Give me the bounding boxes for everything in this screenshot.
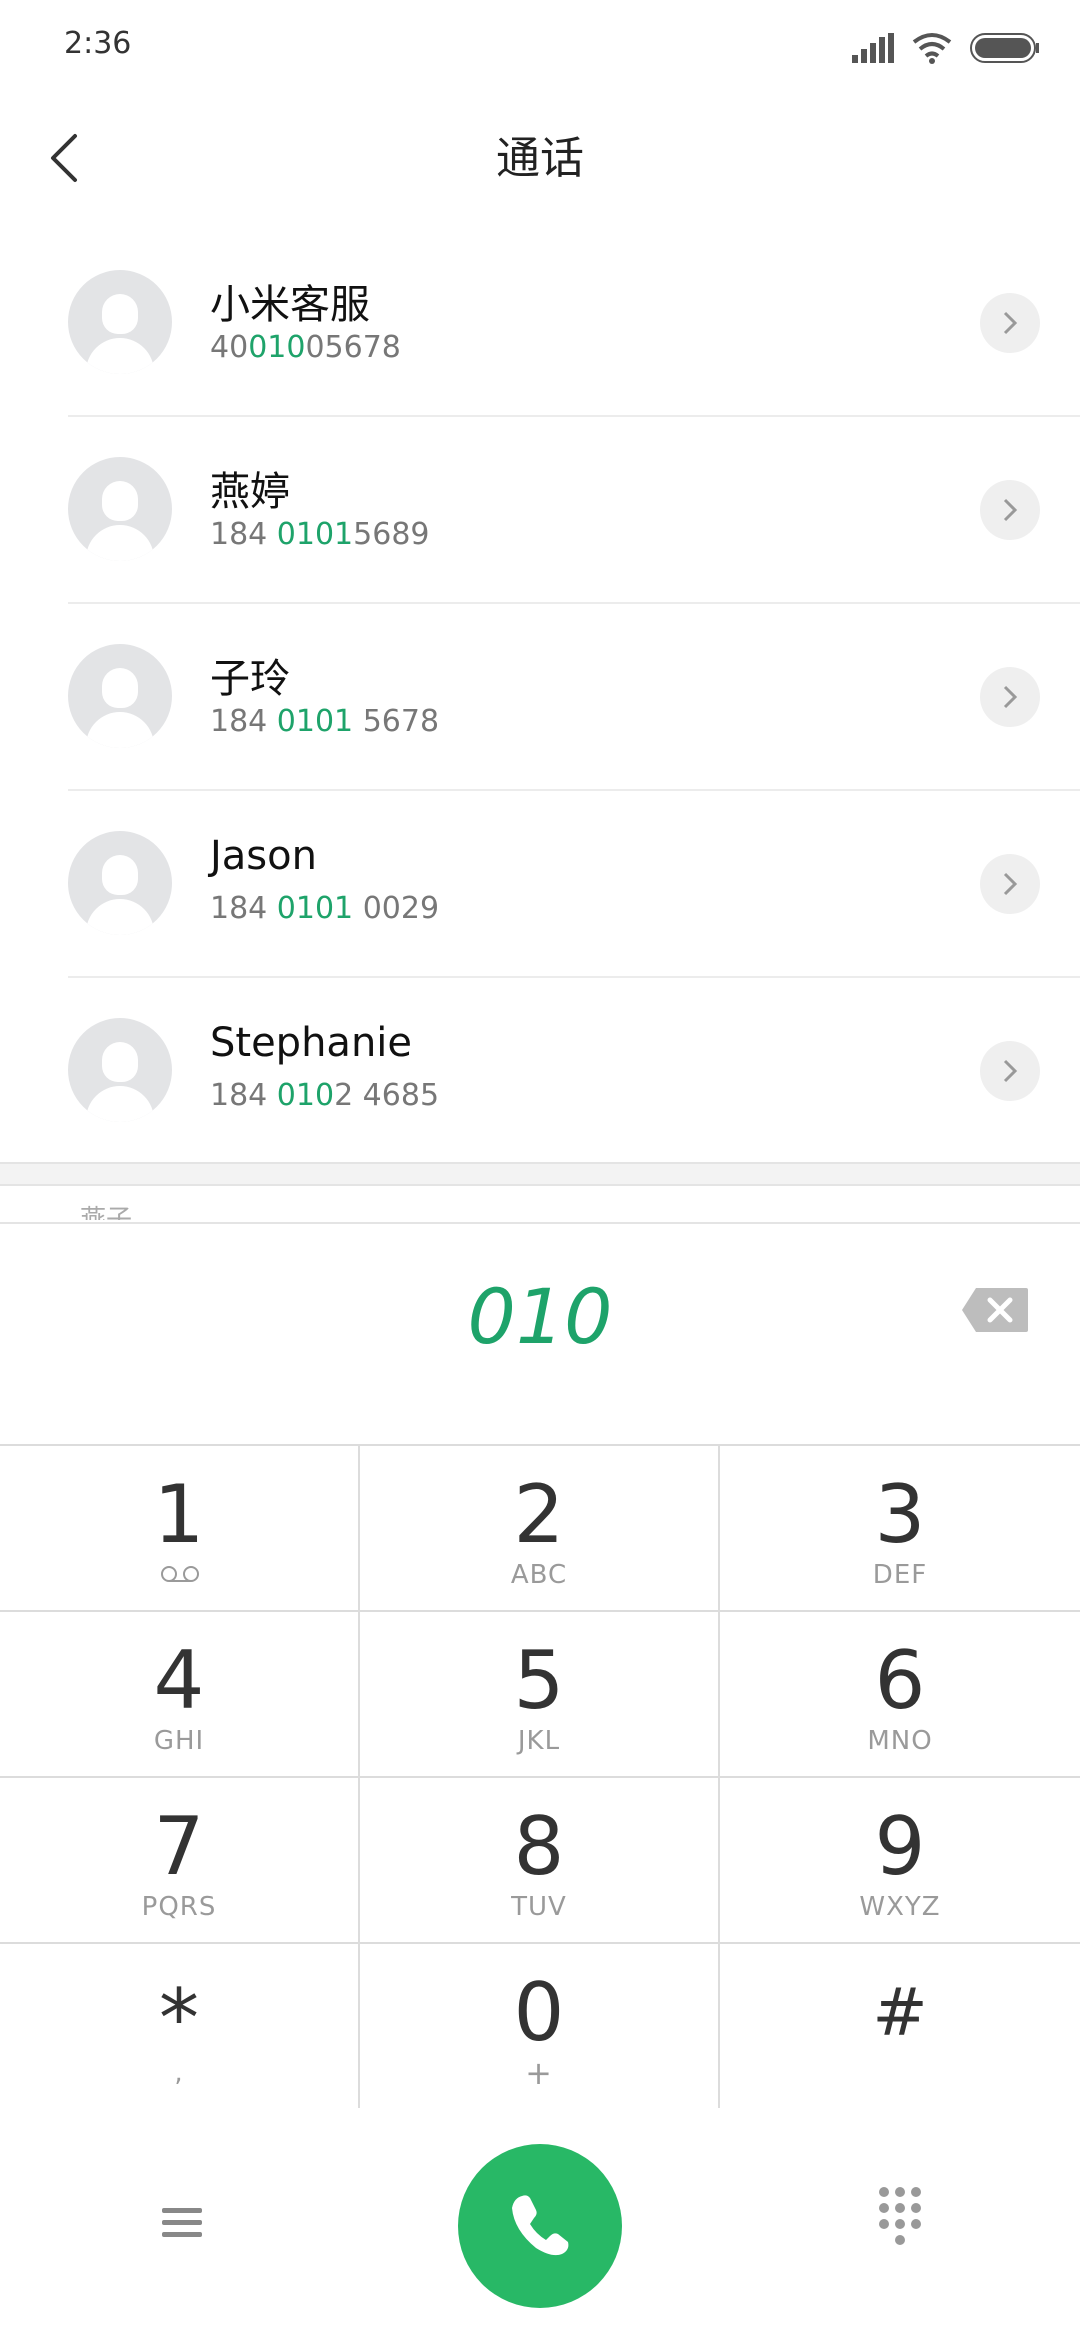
key-digit: 2 — [513, 1468, 565, 1561]
contact-detail-button[interactable] — [980, 1041, 1040, 1101]
key-digit: 3 — [874, 1468, 926, 1561]
key-3[interactable]: 3 DEF — [720, 1446, 1080, 1612]
key-digit: 1 — [153, 1468, 205, 1561]
key-1[interactable]: 1 — [0, 1446, 360, 1612]
contact-number: 184 0101 5678 — [210, 704, 440, 739]
chevron-right-icon — [1003, 685, 1018, 709]
peek-text: 燕子 — [80, 1205, 133, 1220]
key-letters: ABC — [510, 1560, 568, 1590]
key-hash[interactable]: # — [720, 1944, 1080, 2110]
backspace-button[interactable] — [960, 1286, 1030, 1334]
status-bar: 2:36 — [0, 0, 1080, 90]
bottom-bar — [0, 2108, 1080, 2340]
contact-detail-button[interactable] — [980, 480, 1040, 540]
backspace-icon — [962, 1288, 1028, 1332]
contact-row[interactable]: 子玲 184 0101 5678 — [0, 604, 1080, 791]
dialpad-toggle-button[interactable] — [870, 2178, 930, 2258]
avatar — [68, 1018, 172, 1122]
key-7[interactable]: 7 PQRS — [0, 1778, 360, 1944]
key-digit: * — [159, 1972, 199, 2065]
key-0[interactable]: 0 + — [360, 1944, 720, 2110]
status-icons — [852, 28, 1040, 68]
key-letters: WXYZ — [859, 1892, 941, 1922]
menu-icon — [162, 2208, 202, 2237]
dial-display: 010 — [0, 1222, 1080, 1446]
avatar — [68, 457, 172, 561]
avatar — [68, 270, 172, 374]
key-digit: 9 — [874, 1800, 926, 1893]
key-6[interactable]: 6 MNO — [720, 1612, 1080, 1778]
contact-row[interactable]: Jason 184 0101 0029 — [0, 791, 1080, 978]
page-title: 通话 — [496, 133, 584, 184]
key-4[interactable]: 4 GHI — [0, 1612, 360, 1778]
chevron-right-icon — [1003, 1059, 1018, 1083]
contact-name: 燕婷 — [210, 469, 290, 515]
contact-detail-button[interactable] — [980, 854, 1040, 914]
wifi-icon — [912, 33, 952, 64]
contact-number: 184 01015689 — [210, 517, 430, 552]
key-digit: 7 — [153, 1800, 205, 1893]
key-digit: 8 — [513, 1800, 565, 1893]
contact-name: 小米客服 — [210, 282, 370, 328]
key-2[interactable]: 2 ABC — [360, 1446, 720, 1612]
dialpad-icon — [879, 2187, 921, 2245]
key-letters: PQRS — [141, 1892, 217, 1922]
key-letters: GHI — [153, 1726, 205, 1756]
contact-detail-button[interactable] — [980, 667, 1040, 727]
key-digit: 5 — [513, 1634, 565, 1727]
key-letters: TUV — [511, 1892, 567, 1922]
contact-number: 184 0102 4685 — [210, 1078, 440, 1113]
contact-number: 4001005678 — [210, 330, 401, 365]
header: 通话 — [0, 90, 1080, 232]
call-button[interactable] — [458, 2144, 622, 2308]
list-footer — [0, 1162, 1080, 1186]
contact-row[interactable]: 燕婷 184 01015689 — [0, 417, 1080, 604]
key-letters: + — [525, 2054, 553, 2092]
voicemail-icon — [161, 1566, 199, 1582]
contact-name: 子玲 — [210, 656, 290, 702]
avatar — [68, 831, 172, 935]
key-digit: 0 — [513, 1966, 565, 2059]
signal-icon — [852, 33, 894, 63]
battery-icon — [970, 33, 1039, 63]
key-star[interactable]: * , — [0, 1944, 360, 2110]
chevron-right-icon — [1003, 311, 1018, 335]
key-digit: 4 — [153, 1634, 205, 1727]
dialed-number: 010 — [467, 1272, 613, 1361]
chevron-right-icon — [1003, 872, 1018, 896]
key-digit: # — [872, 1974, 928, 2051]
status-time: 2:36 — [64, 26, 132, 61]
contact-row[interactable]: 小米客服 4001005678 — [0, 230, 1080, 417]
menu-button[interactable] — [150, 2192, 214, 2252]
avatar — [68, 644, 172, 748]
phone-icon — [512, 2195, 569, 2256]
key-digit: 6 — [874, 1634, 926, 1727]
chevron-right-icon — [1003, 498, 1018, 522]
key-8[interactable]: 8 TUV — [360, 1778, 720, 1944]
contact-number: 184 0101 0029 — [210, 891, 440, 926]
key-letters: JKL — [517, 1726, 561, 1756]
key-5[interactable]: 5 JKL — [360, 1612, 720, 1778]
keypad: 1 2 ABC 3 DEF 4 GHI 5 JKL 6 MNO 7 PQRS 8… — [0, 1444, 1080, 2110]
contact-name: Jason — [210, 833, 317, 879]
key-letters: MNO — [867, 1726, 933, 1756]
contact-list: 小米客服 4001005678 燕婷 184 01015689 子玲 184 0… — [0, 230, 1080, 1186]
key-9[interactable]: 9 WXYZ — [720, 1778, 1080, 1944]
key-letters: DEF — [872, 1560, 928, 1590]
contact-detail-button[interactable] — [980, 293, 1040, 353]
contact-row[interactable]: Stephanie 184 0102 4685 — [0, 978, 1080, 1165]
key-letters: , — [174, 2058, 184, 2088]
contact-name: Stephanie — [210, 1020, 413, 1066]
